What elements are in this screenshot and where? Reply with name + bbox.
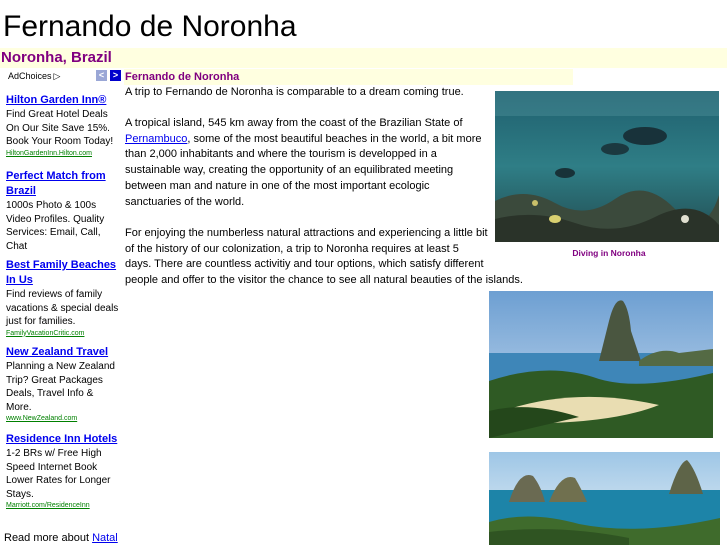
beach-peak-photo bbox=[489, 291, 713, 438]
text-line: than 2,000 inhabitants and where the tou… bbox=[125, 148, 437, 161]
description-paragraph: A tropical island, 545 km away from the … bbox=[125, 116, 495, 210]
ad-block: Residence Inn Hotels 1-2 BRs w/ Free Hig… bbox=[6, 432, 119, 511]
ad-description: 1-2 BRs w/ Free High Speed Internet Book… bbox=[6, 448, 111, 500]
ad-block: Best Family Beaches In Us Find reviews o… bbox=[6, 258, 119, 339]
text-line: between man and nature in one of the mos… bbox=[125, 179, 430, 192]
read-more: Read more about Natal bbox=[4, 531, 118, 545]
section-heading-bar: Fernando de Noronha bbox=[124, 69, 573, 85]
ad-description: Planning a New Zealand Trip? Great Packa… bbox=[6, 361, 115, 413]
ad-block: Perfect Match from Brazil 1000s Photo & … bbox=[6, 169, 119, 253]
ad-description: Find reviews of family vacations & speci… bbox=[6, 289, 119, 327]
subtitle-bar: Noronha, Brazil bbox=[0, 48, 727, 68]
text-line: people and offer to the visitor the chan… bbox=[125, 274, 523, 287]
ad-title-link[interactable]: Residence Inn Hotels bbox=[6, 432, 119, 447]
pernambuco-link[interactable]: Pernambuco bbox=[125, 133, 187, 145]
text-line: sustainable way, creating the opportunit… bbox=[125, 164, 454, 177]
section-heading: Fernando de Noronha bbox=[125, 71, 240, 83]
text-line: A tropical island, 545 km away from the … bbox=[125, 117, 463, 129]
ad-title-link[interactable]: Perfect Match from Brazil bbox=[6, 169, 119, 199]
text-line: sanctuaries of the world. bbox=[125, 195, 245, 208]
ad-url-link[interactable]: HiltonGardenInn.Hilton.com bbox=[6, 149, 119, 159]
ad-description: Find Great Hotel Deals On Our Site Save … bbox=[6, 109, 114, 147]
ad-url-link[interactable]: FamilyVacationCritic.com bbox=[6, 329, 119, 339]
tourism-paragraph: For enjoying the numberless natural attr… bbox=[125, 226, 525, 289]
ad-title-link[interactable]: Best Family Beaches In Us bbox=[6, 258, 119, 288]
read-more-prefix: Read more about bbox=[4, 532, 93, 544]
natal-link[interactable]: Natal bbox=[92, 532, 118, 544]
text-line: days. There are countless activitiy and … bbox=[125, 258, 484, 271]
adchoices-label: AdChoices bbox=[8, 71, 52, 81]
page-title: Fernando de Noronha bbox=[3, 10, 297, 43]
text-line: For enjoying the numberless natural attr… bbox=[125, 227, 488, 239]
adchoices-link[interactable]: AdChoices ▷ bbox=[8, 70, 60, 82]
ad-url-link[interactable]: www.NewZealand.com bbox=[6, 414, 119, 424]
ad-block: Hilton Garden Inn® Find Great Hotel Deal… bbox=[6, 93, 119, 159]
twin-rocks-photo bbox=[489, 452, 720, 545]
ad-url-link[interactable]: Marriott.com/ResidenceInn bbox=[6, 501, 119, 511]
text-fragment: , some of the most beautiful beaches in … bbox=[187, 132, 482, 145]
intro-paragraph: A trip to Fernando de Noronha is compara… bbox=[125, 86, 464, 98]
ad-title-link[interactable]: Hilton Garden Inn® bbox=[6, 93, 119, 108]
ad-title-link[interactable]: New Zealand Travel bbox=[6, 345, 119, 360]
diving-photo bbox=[495, 91, 719, 242]
photo-caption: Diving in Noronha bbox=[572, 248, 646, 258]
adchoices-icon: ▷ bbox=[53, 71, 61, 81]
ads-next-arrow-icon[interactable]: > bbox=[110, 70, 121, 81]
ad-description: 1000s Photo & 100s Video Profiles. Quali… bbox=[6, 200, 105, 252]
text-line: of the history of our colonization, a tr… bbox=[125, 242, 459, 255]
ad-block: New Zealand Travel Planning a New Zealan… bbox=[6, 345, 119, 424]
page-subtitle: Noronha, Brazil bbox=[1, 49, 112, 66]
ads-prev-arrow-icon[interactable]: < bbox=[96, 70, 107, 81]
text-line: Pernambuco, some of the most beautiful b… bbox=[125, 132, 495, 148]
